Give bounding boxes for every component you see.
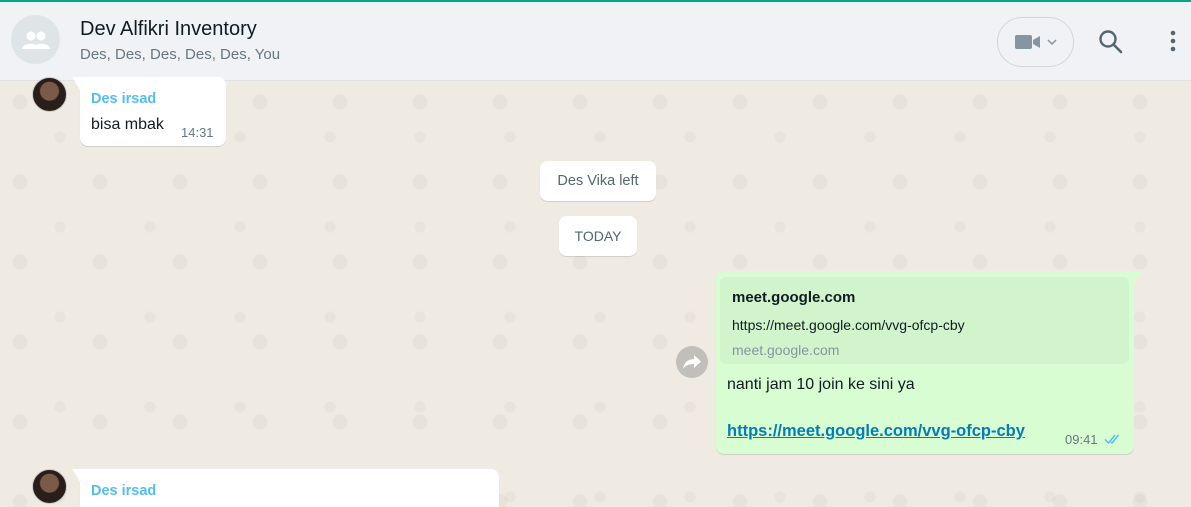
- sender-name[interactable]: Des irsad: [91, 91, 156, 107]
- search-icon: [1099, 30, 1123, 54]
- message-time: 09:41: [1065, 432, 1098, 447]
- forward-button[interactable]: [676, 346, 708, 378]
- link-preview[interactable]: meet.google.com https://meet.google.com/…: [720, 277, 1129, 364]
- message-time: 14:31: [181, 125, 214, 140]
- incoming-message[interactable]: Des irsad: [72, 469, 499, 507]
- group-icon: [21, 31, 50, 49]
- chat-members[interactable]: Des, Des, Des, Des, Des, You: [80, 46, 280, 63]
- menu-button[interactable]: [1163, 29, 1183, 55]
- date-divider: TODAY: [559, 216, 637, 256]
- sender-avatar[interactable]: [32, 77, 67, 112]
- kebab-menu-icon: [1170, 30, 1176, 52]
- forward-icon: [683, 355, 701, 369]
- video-call-button[interactable]: [997, 17, 1074, 67]
- chat-title[interactable]: Dev Alfikri Inventory: [80, 18, 257, 41]
- read-ticks-icon: [1104, 434, 1120, 445]
- search-button[interactable]: [1098, 29, 1124, 55]
- link-preview-title: meet.google.com: [732, 289, 856, 306]
- group-avatar[interactable]: [11, 15, 60, 64]
- system-message: Des Vika left: [540, 161, 656, 201]
- chevron-down-icon: [1046, 39, 1057, 45]
- chat-header[interactable]: Dev Alfikri Inventory Des, Des, Des, Des…: [0, 2, 1191, 81]
- sender-name[interactable]: Des irsad: [91, 483, 156, 499]
- sender-avatar[interactable]: [32, 469, 67, 504]
- message-link[interactable]: https://meet.google.com/vvg-ofcp-cby: [727, 422, 1025, 441]
- outgoing-message[interactable]: meet.google.com https://meet.google.com/…: [716, 271, 1142, 454]
- link-preview-domain: meet.google.com: [732, 342, 840, 358]
- incoming-message[interactable]: Des irsad bisa mbak 14:31: [72, 77, 226, 146]
- video-call-icon: [1014, 35, 1040, 49]
- message-text: bisa mbak: [91, 116, 164, 133]
- message-text: nanti jam 10 join ke sini ya: [727, 376, 915, 393]
- link-preview-url: https://meet.google.com/vvg-ofcp-cby: [732, 317, 965, 333]
